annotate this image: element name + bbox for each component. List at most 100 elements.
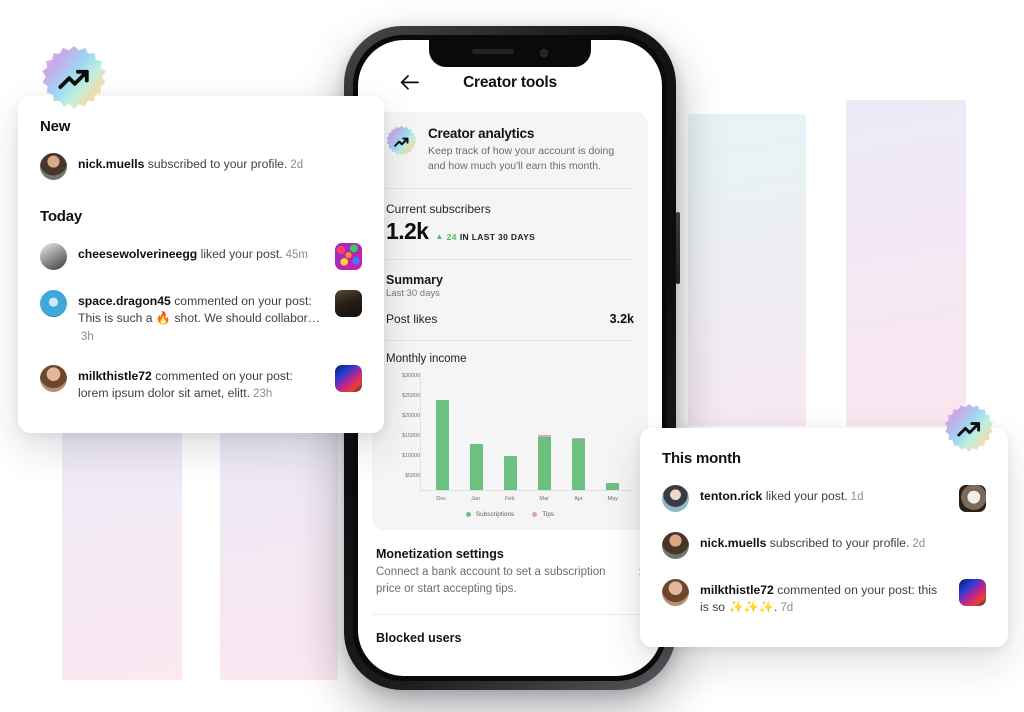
section-heading-today: Today <box>40 208 83 225</box>
notification-text: nick.muells subscribed to your profile. 2… <box>700 532 948 552</box>
notification-action: liked your post. <box>197 247 283 261</box>
notification-username[interactable]: milkthistle72 <box>78 369 152 383</box>
avatar[interactable] <box>40 290 67 317</box>
chart-bar-column <box>461 373 492 491</box>
notification-row[interactable]: space.dragon45 commented on your post: T… <box>40 284 362 351</box>
section-heading-new: New <box>40 118 71 135</box>
chart-legend-item: Tips <box>532 511 554 518</box>
subscribers-delta-badge: ▲ 24 IN LAST 30 DAYS <box>435 232 535 242</box>
monthly-income-chart: Monthly income $30000 $25000 $20000 $15000 $… <box>386 341 634 528</box>
summary-row-value: 3.2k <box>609 312 634 327</box>
avatar[interactable] <box>662 532 689 559</box>
chart-bar-segment-subscriptions <box>435 400 449 491</box>
chart-bar-column <box>427 373 458 491</box>
notification-list-new: nick.muells subscribed to your profile. 2… <box>40 147 362 186</box>
blocked-users-row[interactable]: Blocked users <box>372 615 648 653</box>
summary-row-label: Post likes <box>386 312 438 327</box>
notification-text: tenton.rick liked your post. 1d <box>700 485 948 505</box>
chart-x-tick: May <box>607 496 619 503</box>
monetization-settings-row[interactable]: Monetization settings Connect a bank acc… <box>372 530 648 616</box>
notification-timestamp: 7d <box>780 602 794 615</box>
notification-list-today: cheesewolverineegg liked your post. 45m sp… <box>40 237 362 409</box>
chart-bar-segment-subscriptions <box>469 443 483 491</box>
activity-notifications-card: New nick.muells subscribed to your profi… <box>18 96 384 433</box>
notification-row[interactable]: milkthistle72 commented on your post: lo… <box>40 359 362 409</box>
notification-text: milkthistle72 commented on your post: lo… <box>78 365 324 403</box>
avatar[interactable] <box>40 364 67 392</box>
legend-color-dot <box>532 512 538 518</box>
chart-x-axis: Dec Jan Feb Mar Apr May <box>386 491 634 502</box>
chart-bar-segment-subscriptions <box>606 482 620 491</box>
notification-text: cheesewolverineegg liked your post. 45m <box>78 243 324 263</box>
notification-text: space.dragon45 commented on your post: T… <box>78 290 324 345</box>
back-arrow-icon[interactable] <box>400 73 419 94</box>
chart-bar-segment-subscriptions <box>572 439 586 491</box>
phone-mockup: Creator tools Creator analytics Keep tra… <box>344 26 676 690</box>
trending-up-badge-icon <box>41 46 107 112</box>
chart-y-axis: $30000 $25000 $20000 $15000 $10000 $5000 <box>386 373 420 491</box>
chart-bar-column <box>563 373 594 491</box>
section-heading-this-month: This month <box>662 450 741 467</box>
notification-username[interactable]: cheesewolverineegg <box>78 247 197 261</box>
blocked-users-title: Blocked users <box>376 631 462 646</box>
phone-bezel: Creator tools Creator analytics Keep tra… <box>353 35 667 681</box>
post-thumbnail[interactable] <box>335 364 362 392</box>
summary-row: Post likes 3.2k <box>386 312 634 326</box>
notification-row[interactable]: cheesewolverineegg liked your post. 45m <box>40 237 362 276</box>
notification-row[interactable]: nick.muells subscribed to your profile. 2… <box>40 147 362 186</box>
post-thumbnail[interactable] <box>335 243 362 270</box>
delta-value: 24 <box>446 231 457 242</box>
notification-action: subscribed to your profile. <box>766 536 910 550</box>
chart-y-tick: $15000 <box>402 433 420 440</box>
notification-row[interactable]: milkthistle72 commented on your post: th… <box>662 573 986 623</box>
chart-y-tick: $10000 <box>402 453 420 460</box>
trending-up-badge-icon <box>386 126 417 157</box>
notification-timestamp: 2d <box>912 538 926 550</box>
notification-username[interactable]: milkthistle72 <box>700 583 774 597</box>
phone-power-button <box>676 212 680 284</box>
chart-bar-segment-subscriptions <box>538 436 552 491</box>
delta-suffix: IN LAST 30 DAYS <box>459 231 536 242</box>
current-subscribers-label: Current subscribers <box>386 202 491 217</box>
post-thumbnail[interactable] <box>959 579 986 606</box>
summary-block: Summary Last 30 days Post likes 3.2k <box>386 260 634 340</box>
chart-x-tick: Apr <box>574 496 583 503</box>
notification-username[interactable]: tenton.rick <box>700 489 762 503</box>
notification-row[interactable]: tenton.rick liked your post. 1d <box>662 479 986 518</box>
summary-title: Summary <box>386 273 443 288</box>
chart-x-tick: Dec <box>436 496 447 503</box>
post-thumbnail[interactable] <box>335 290 362 317</box>
notification-timestamp: 23h <box>253 388 273 401</box>
notification-action: subscribed to your profile. <box>144 157 288 171</box>
avatar[interactable] <box>40 153 67 180</box>
chart-y-tick: $20000 <box>402 413 420 420</box>
notification-username[interactable]: space.dragon45 <box>78 294 171 308</box>
avatar[interactable] <box>40 243 67 270</box>
notification-timestamp: 45m <box>285 249 308 261</box>
chart-bar-column <box>495 373 526 491</box>
chart-y-tick: $5000 <box>405 473 420 480</box>
notification-timestamp: 3h <box>81 330 94 343</box>
notification-row[interactable]: nick.muells subscribed to your profile. 2… <box>662 526 986 565</box>
avatar[interactable] <box>662 485 689 512</box>
avatar[interactable] <box>662 579 689 606</box>
phone-content: Creator analytics Keep track of how your… <box>358 102 662 653</box>
phone-notch <box>429 40 591 67</box>
notification-username[interactable]: nick.muells <box>700 536 766 550</box>
trending-up-badge-icon <box>944 404 994 454</box>
notch-camera-icon <box>540 49 548 57</box>
notification-action: liked your post. <box>762 489 848 503</box>
current-subscribers-value: 1.2k <box>386 218 429 245</box>
background-bar <box>220 420 338 680</box>
summary-subtitle: Last 30 days <box>386 288 440 300</box>
legend-color-dot <box>465 512 471 518</box>
chart-title: Monthly income <box>386 353 467 366</box>
chart-x-tick: Jan <box>470 496 480 503</box>
notification-username[interactable]: nick.muells <box>78 157 144 171</box>
background-bar <box>62 420 182 680</box>
post-thumbnail[interactable] <box>959 485 986 512</box>
notch-speaker-icon <box>472 49 514 54</box>
notification-timestamp: 1d <box>850 491 864 503</box>
chart-bar-column <box>529 373 560 491</box>
background-bar <box>846 100 966 426</box>
